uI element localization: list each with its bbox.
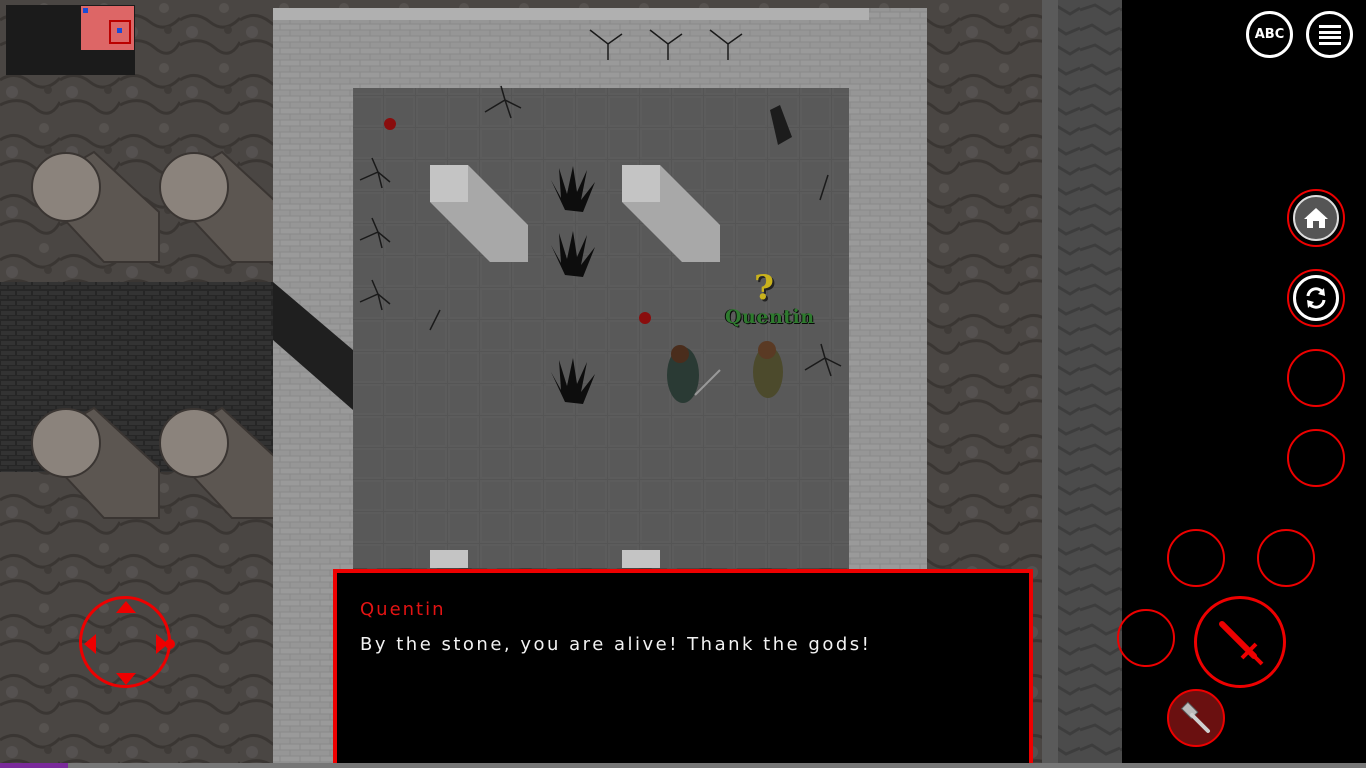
quickslot-1[interactable] [1287, 349, 1345, 407]
quickslot-3[interactable] [1167, 529, 1225, 587]
attack-button[interactable] [1194, 596, 1286, 688]
tool-button[interactable] [1167, 689, 1225, 747]
npc-name-label[interactable]: Quentin [725, 306, 815, 328]
minimap[interactable] [6, 5, 135, 75]
quickslot-5[interactable] [1117, 609, 1175, 667]
dpad-up-arrow-icon[interactable] [116, 601, 136, 613]
dpad[interactable] [79, 596, 175, 688]
quickslot-2[interactable] [1287, 429, 1345, 487]
home-button[interactable] [1287, 189, 1345, 247]
home-icon [1304, 208, 1328, 228]
dialog-box[interactable]: Quentin By the stone, you are alive! Tha… [333, 569, 1033, 768]
sword-icon [1219, 621, 1264, 666]
quest-marker: ? [754, 268, 774, 308]
dialog-speaker-name: Quentin [360, 599, 446, 620]
main-menu-button[interactable] [1306, 11, 1353, 58]
refresh-button[interactable] [1287, 269, 1345, 327]
keyboard-toggle-button[interactable]: ABC [1246, 11, 1293, 58]
refresh-icon [1306, 287, 1326, 309]
hamburger-menu-icon [1318, 24, 1341, 45]
experience-bar-fill [0, 763, 69, 768]
experience-bar [0, 763, 1366, 768]
keyboard-toggle-icon: ABC [1254, 27, 1285, 42]
minimap-room [81, 6, 134, 50]
hammer-icon [1180, 701, 1210, 733]
dpad-left-arrow-icon[interactable] [84, 634, 96, 654]
dialog-text: By the stone, you are alive! Thank the g… [360, 634, 872, 655]
quickslot-4[interactable] [1257, 529, 1315, 587]
minimap-npc-marker [83, 8, 88, 13]
dpad-thumb [165, 639, 175, 649]
minimap-player-marker [117, 28, 122, 33]
dpad-down-arrow-icon[interactable] [116, 673, 136, 685]
